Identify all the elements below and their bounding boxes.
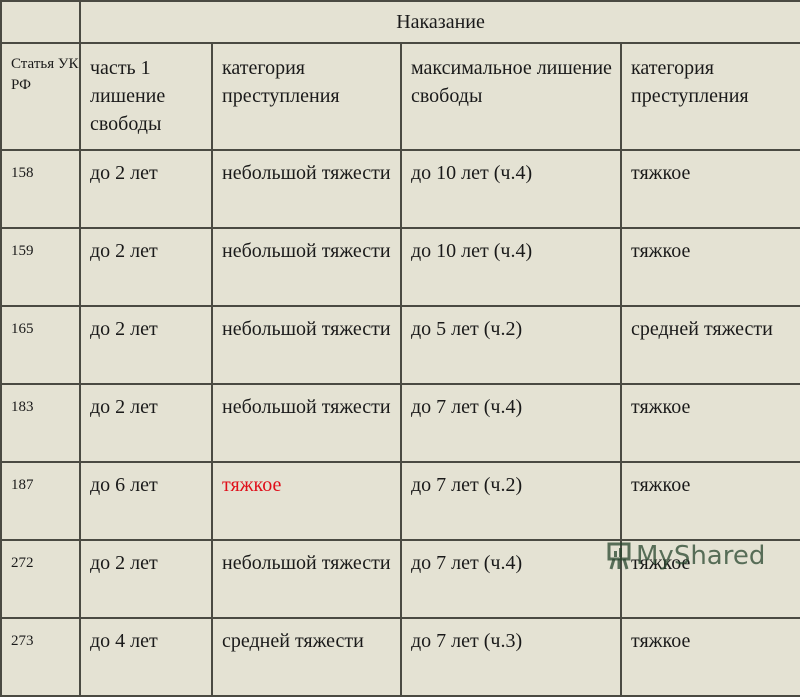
table-row: 165 до 2 лет небольшой тяжести до 5 лет (ч.… bbox=[0, 305, 800, 385]
cell-max: до 7 лет (ч.3) bbox=[400, 617, 622, 697]
cell-max: до 10 лет (ч.4) bbox=[400, 227, 622, 307]
table-row: 159 до 2 лет небольшой тяжести до 10 лет (ч… bbox=[0, 227, 800, 307]
header-row: Статья УК РФ часть 1 лишение свободы кат… bbox=[0, 42, 800, 151]
cell-article: 165 bbox=[0, 305, 81, 385]
header-category1: категория преступления bbox=[211, 42, 402, 151]
cell-category2: тяжкое bbox=[619, 383, 800, 463]
cell-max: до 7 лет (ч.2) bbox=[400, 461, 622, 541]
cell-category1: небольшой тяжести bbox=[211, 227, 402, 307]
cell-article: 183 bbox=[0, 383, 81, 463]
cell-category2: тяжкое bbox=[619, 617, 800, 697]
punishment-table: Наказание Статья УК РФ часть 1 лишение с… bbox=[0, 0, 800, 697]
cell-article: 273 bbox=[0, 617, 81, 697]
cell-part1: до 2 лет bbox=[79, 539, 213, 619]
cell-category1: небольшой тяжести bbox=[211, 305, 402, 385]
cell-category1: небольшой тяжести bbox=[211, 149, 402, 229]
cell-category2: тяжкое bbox=[619, 227, 800, 307]
table-row: 183 до 2 лет небольшой тяжести до 7 лет (ч.… bbox=[0, 383, 800, 463]
cell-article: 187 bbox=[0, 461, 81, 541]
cell-max: до 7 лет (ч.4) bbox=[400, 539, 622, 619]
cell-part1: до 2 лет bbox=[79, 383, 213, 463]
cell-part1: до 4 лет bbox=[79, 617, 213, 697]
table-row: 187 до 6 лет тяжкое до 7 лет (ч.2) тяжкое bbox=[0, 461, 800, 541]
cell-part1: до 2 лет bbox=[79, 227, 213, 307]
cell-category1: средней тяжести bbox=[211, 617, 402, 697]
cell-category2: тяжкое bbox=[619, 149, 800, 229]
table-row: 272 до 2 лет небольшой тяжести до 7 лет (ч.… bbox=[0, 539, 800, 619]
header-category2: категория преступления bbox=[619, 42, 800, 151]
cell-part1: до 2 лет bbox=[79, 149, 213, 229]
cell-article: 159 bbox=[0, 227, 81, 307]
cell-part1: до 2 лет bbox=[79, 305, 213, 385]
header-part1: часть 1 лишение свободы bbox=[79, 42, 213, 151]
cell-category2: средней тяжести bbox=[619, 305, 800, 385]
cell-article: 158 bbox=[0, 149, 81, 229]
cell-category2: тяжкое bbox=[619, 539, 800, 619]
cell-category1: небольшой тяжести bbox=[211, 383, 402, 463]
cell-article: 272 bbox=[0, 539, 81, 619]
table-row: 158 до 2 лет небольшой тяжести до 10 лет (ч… bbox=[0, 149, 800, 229]
table-title: Наказание bbox=[78, 0, 800, 44]
cell-category2: тяжкое bbox=[619, 461, 800, 541]
cell-max: до 7 лет (ч.4) bbox=[400, 383, 622, 463]
header-max: максимальное лишение свободы bbox=[400, 42, 622, 151]
cell-part1: до 6 лет bbox=[79, 461, 213, 541]
cell-max: до 10 лет (ч.4) bbox=[400, 149, 622, 229]
cell-category1: тяжкое bbox=[211, 461, 402, 541]
table-row: 273 до 4 лет средней тяжести до 7 лет (ч.3)… bbox=[0, 617, 800, 697]
title-row: Наказание bbox=[0, 0, 800, 44]
cell-category1: небольшой тяжести bbox=[211, 539, 402, 619]
cell-max: до 5 лет (ч.2) bbox=[400, 305, 622, 385]
header-article: Статья УК РФ bbox=[0, 42, 81, 151]
corner-cell bbox=[0, 0, 81, 44]
